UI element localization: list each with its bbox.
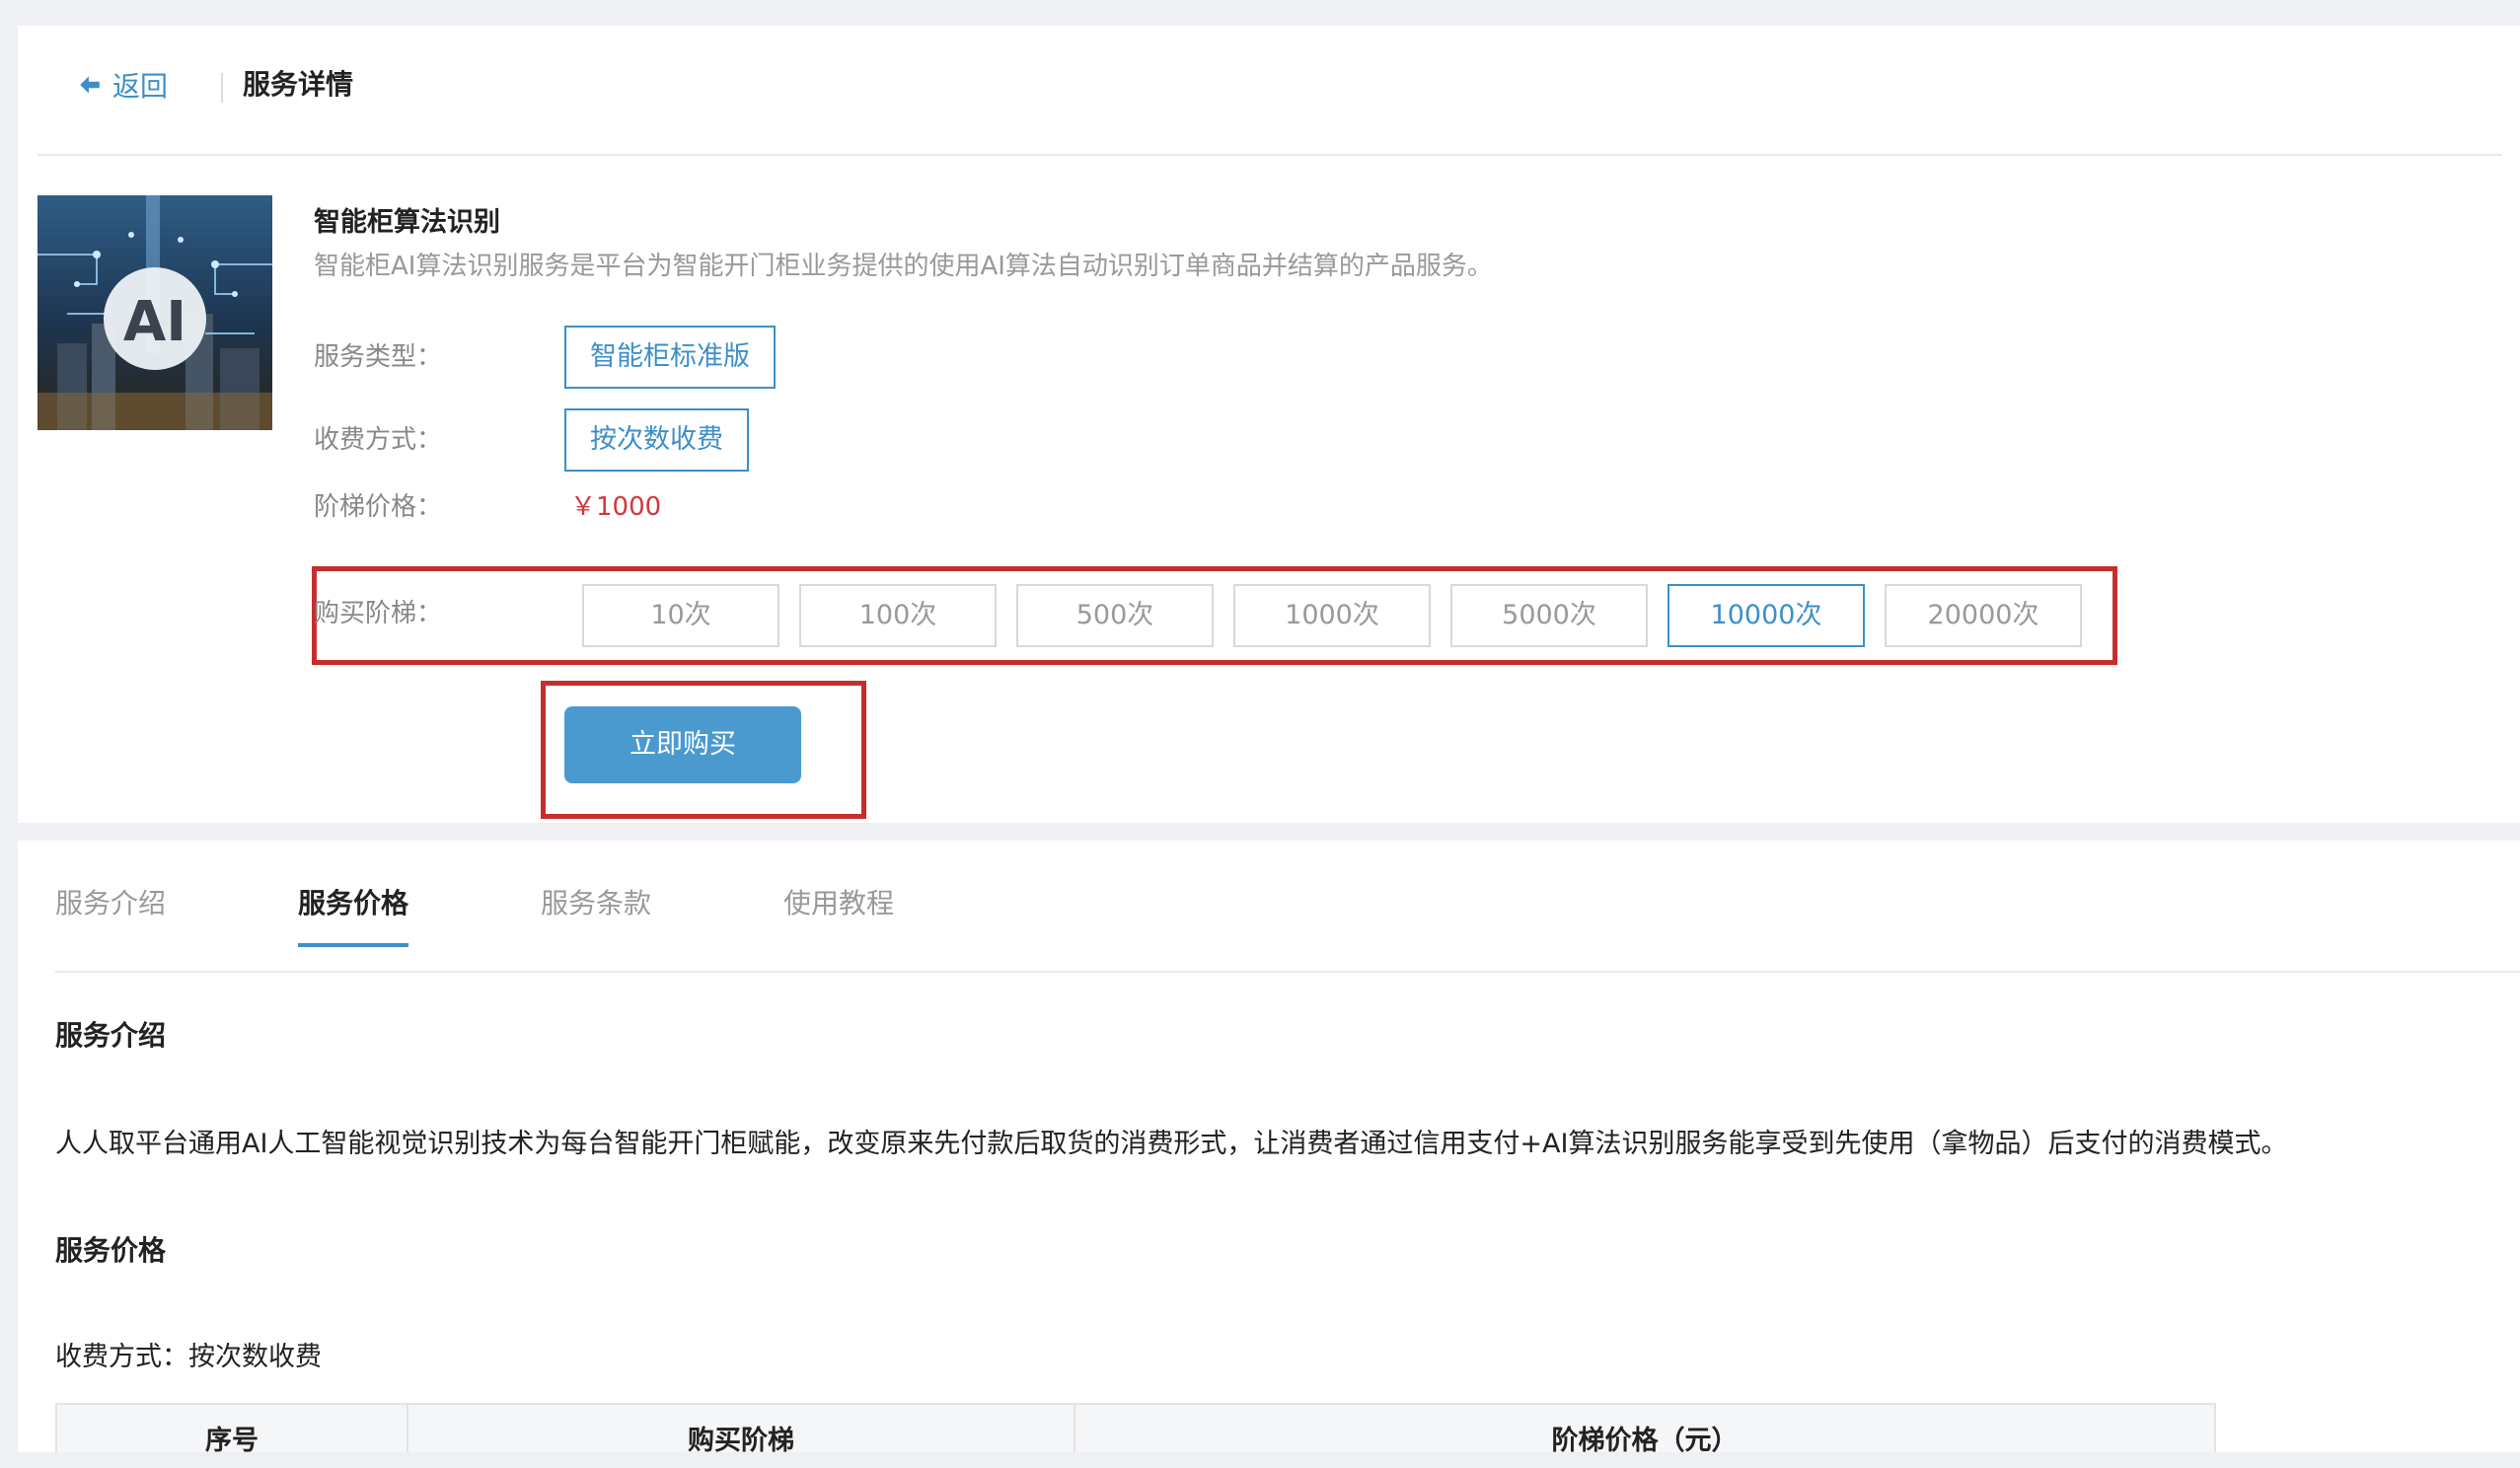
product-image: AI: [37, 195, 272, 430]
tab-0[interactable]: 服务介绍: [55, 882, 166, 925]
page-title: 服务详情: [243, 68, 354, 101]
tier-option[interactable]: 10000次: [1668, 584, 1865, 647]
back-label: 返回: [112, 70, 169, 103]
tier-option[interactable]: 20000次: [1885, 584, 2082, 647]
tier-price-value: ￥1000: [570, 492, 662, 522]
billing-label: 收费方式：: [314, 425, 443, 455]
page-bottom-edge: [0, 1452, 2520, 1468]
tier-option[interactable]: 500次: [1016, 584, 1214, 647]
product-description: 智能柜AI算法识别服务是平台为智能开门柜业务提供的使用AI算法自动识别订单商品并…: [314, 252, 1493, 281]
purchase-tier-label: 购买阶梯：: [314, 599, 443, 628]
tab-2[interactable]: 服务条款: [541, 882, 651, 925]
billing-method-tag[interactable]: 按次数收费: [564, 408, 749, 472]
intro-heading: 服务介绍: [55, 1019, 167, 1052]
service-info-panel: 服务介绍 服务价格 服务条款 使用教程 服务介绍 人人取平台通用AI人工智能视觉识别技…: [18, 841, 2520, 1452]
back-link[interactable]: 返回: [77, 63, 168, 107]
price-heading: 服务价格: [55, 1234, 167, 1267]
buy-now-button[interactable]: 立即购买: [564, 706, 801, 783]
table-header-tier: 购买阶梯: [407, 1403, 1075, 1452]
service-type-label: 服务类型：: [314, 342, 443, 372]
tier-option[interactable]: 10次: [582, 584, 779, 647]
arrow-left-icon: [80, 76, 100, 94]
product-name: 智能柜算法识别: [314, 207, 500, 238]
tab-1[interactable]: 服务价格: [298, 882, 408, 925]
active-tab-indicator: [298, 943, 408, 947]
tabs-divider: [55, 971, 2520, 973]
table-header-price: 阶梯价格（元）: [1074, 1403, 2216, 1452]
tier-price-label: 阶梯价格：: [314, 492, 443, 522]
header-divider: [221, 73, 223, 103]
billing-line: 收费方式：按次数收费: [55, 1342, 322, 1372]
intro-text: 人人取平台通用AI人工智能视觉识别技术为每台智能开门柜赋能，改变原来先付款后取货…: [55, 1129, 2288, 1159]
header-divider-line: [37, 154, 2502, 156]
tab-3[interactable]: 使用教程: [783, 882, 894, 925]
tier-option[interactable]: 100次: [799, 584, 997, 647]
price-table: 序号 购买阶梯 阶梯价格（元）: [55, 1403, 2216, 1452]
tier-option[interactable]: 1000次: [1233, 584, 1431, 647]
image-ai-text: AI: [122, 290, 187, 354]
tier-option[interactable]: 5000次: [1450, 584, 1648, 647]
table-header-index: 序号: [55, 1403, 408, 1452]
service-type-tag[interactable]: 智能柜标准版: [564, 326, 776, 389]
